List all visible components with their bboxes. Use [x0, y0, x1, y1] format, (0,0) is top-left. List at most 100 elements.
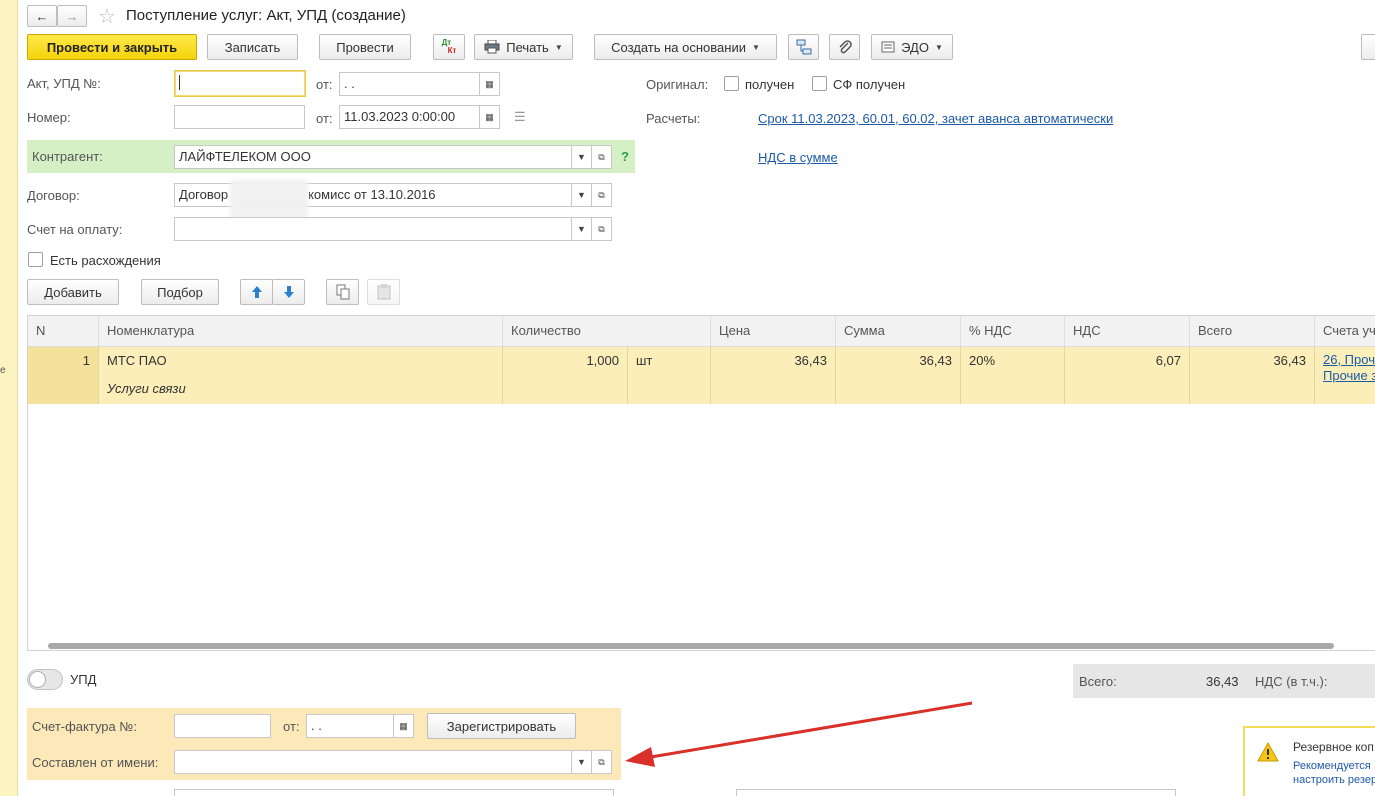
notification-line-1: Рекомендуется [1293, 760, 1371, 772]
invoice-input[interactable] [174, 217, 572, 241]
counterparty-dropdown-button[interactable]: ▼ [572, 145, 592, 169]
favorite-star-icon[interactable]: ☆ [98, 4, 116, 29]
horizontal-scrollbar[interactable] [48, 643, 1334, 649]
arrow-up-icon [251, 286, 262, 298]
received-checkbox[interactable] [724, 76, 739, 91]
unit-cell[interactable]: шт [628, 347, 711, 404]
original-label: Оригинал: [646, 77, 709, 92]
sum-cell[interactable]: 36,43 [836, 347, 961, 404]
copy-icon [336, 284, 349, 300]
sf-received-checkbox[interactable] [812, 76, 827, 91]
chevron-down-icon: ▼ [577, 190, 586, 200]
more-button[interactable] [1361, 34, 1375, 60]
sf-number-label: Счет-фактура №: [32, 719, 137, 734]
column-header-accounts[interactable]: Счета уч [1315, 316, 1375, 347]
number-label: Номер: [27, 110, 71, 125]
move-down-button[interactable] [272, 279, 305, 305]
left-panel-marker: е [0, 365, 6, 376]
price-cell[interactable]: 36,43 [711, 347, 836, 404]
copy-row-button[interactable] [326, 279, 359, 305]
list-icon[interactable]: ☰ [514, 109, 526, 125]
number-input[interactable] [174, 105, 305, 129]
column-header-price[interactable]: Цена [711, 316, 836, 347]
accounts-cell[interactable]: 26, Проч Прочие з [1315, 347, 1375, 404]
create-based-on-button[interactable]: Создать на основании ▼ [594, 34, 777, 60]
post-button[interactable]: Провести [319, 34, 411, 60]
notification-title: Резервное коп [1293, 740, 1374, 754]
vat-cell[interactable]: 6,07 [1065, 347, 1190, 404]
composed-by-input[interactable] [174, 750, 572, 774]
sf-date-from-label: от: [283, 719, 300, 734]
save-button[interactable]: Записать [207, 34, 298, 60]
counterparty-input[interactable]: ЛАЙФТЕЛЕКОМ ООО [174, 145, 572, 169]
column-header-nomenclature[interactable]: Номенклатура [99, 316, 503, 347]
nomenclature-cell[interactable]: МТС ПАО Услуги связи [99, 347, 503, 404]
settlements-label: Расчеты: [646, 111, 701, 126]
calendar-icon: ▦ [399, 720, 408, 731]
row-number-cell[interactable]: 1 [28, 347, 99, 404]
number-date-input[interactable]: 11.03.2023 0:00:00 [339, 105, 480, 129]
edo-icon [881, 41, 895, 53]
act-date-input[interactable]: . . [339, 72, 480, 96]
nomenclature-name: МТС ПАО [107, 353, 167, 368]
kt-label: Кт [447, 46, 457, 55]
account-link-1[interactable]: 26, Проч [1323, 352, 1375, 368]
settlements-link[interactable]: Срок 11.03.2023, 60.01, 60.02, зачет ава… [758, 111, 1113, 126]
sf-date-calendar-button[interactable]: ▦ [394, 714, 414, 738]
sf-date-input[interactable]: . . [306, 714, 394, 738]
vat-rate-cell[interactable]: 20% [961, 347, 1065, 404]
help-icon[interactable]: ? [621, 149, 629, 164]
edo-button[interactable]: ЭДО ▼ [871, 34, 953, 60]
contract-open-button[interactable]: ⧉ [592, 183, 612, 207]
register-button[interactable]: Зарегистрировать [427, 713, 576, 739]
create-based-label: Создать на основании [611, 39, 746, 55]
invoice-dropdown-button[interactable]: ▼ [572, 217, 592, 241]
number-date-calendar-button[interactable]: ▦ [480, 105, 500, 129]
composed-by-open-button[interactable]: ⧉ [592, 750, 612, 774]
chevron-down-icon: ▼ [577, 224, 586, 234]
bottom-input-left[interactable] [174, 789, 614, 796]
dt-kt-button[interactable]: Дт Кт [433, 34, 465, 60]
account-link-2[interactable]: Прочие з [1323, 368, 1375, 384]
invoice-open-button[interactable]: ⧉ [592, 217, 612, 241]
column-header-sum[interactable]: Сумма [836, 316, 961, 347]
column-header-total[interactable]: Всего [1190, 316, 1315, 347]
chevron-down-icon: ▼ [554, 42, 563, 52]
paperclip-icon [838, 40, 852, 54]
composed-by-label: Составлен от имени: [32, 755, 159, 770]
act-number-input[interactable] [174, 70, 306, 97]
counterparty-open-button[interactable]: ⧉ [592, 145, 612, 169]
attach-button[interactable] [829, 34, 860, 60]
bottom-input-right[interactable] [736, 789, 1176, 796]
discrepancy-checkbox[interactable] [28, 252, 43, 267]
column-header-vat[interactable]: НДС [1065, 316, 1190, 347]
sf-number-input[interactable] [174, 714, 271, 738]
column-header-vat-rate[interactable]: % НДС [961, 316, 1065, 347]
printer-icon [484, 40, 500, 54]
move-up-button[interactable] [240, 279, 273, 305]
act-date-calendar-button[interactable]: ▦ [480, 72, 500, 96]
backup-notification[interactable]: Резервное коп Рекомендуется настроить ре… [1243, 726, 1375, 796]
notification-line-2[interactable]: настроить резер [1293, 774, 1375, 786]
sf-received-label: СФ получен [833, 77, 906, 92]
calendar-icon: ▦ [485, 111, 494, 122]
quantity-cell[interactable]: 1,000 [503, 347, 628, 404]
structure-button[interactable] [788, 34, 819, 60]
column-header-quantity[interactable]: Количество [503, 316, 711, 347]
select-button[interactable]: Подбор [141, 279, 219, 305]
column-header-n[interactable]: N [28, 316, 99, 347]
back-button[interactable]: ← [27, 5, 57, 27]
composed-by-dropdown-button[interactable]: ▼ [572, 750, 592, 774]
paste-row-button[interactable] [367, 279, 400, 305]
contract-dropdown-button[interactable]: ▼ [572, 183, 592, 207]
upd-toggle[interactable] [27, 669, 63, 690]
post-and-close-button[interactable]: Провести и закрыть [27, 34, 197, 60]
paste-icon [377, 284, 390, 300]
forward-button[interactable]: → [57, 5, 87, 27]
annotation-arrow-icon [625, 701, 973, 767]
open-window-icon: ⧉ [598, 151, 605, 162]
total-cell[interactable]: 36,43 [1190, 347, 1315, 404]
print-button[interactable]: Печать ▼ [474, 34, 573, 60]
vat-in-sum-link[interactable]: НДС в сумме [758, 150, 838, 165]
add-row-button[interactable]: Добавить [27, 279, 119, 305]
